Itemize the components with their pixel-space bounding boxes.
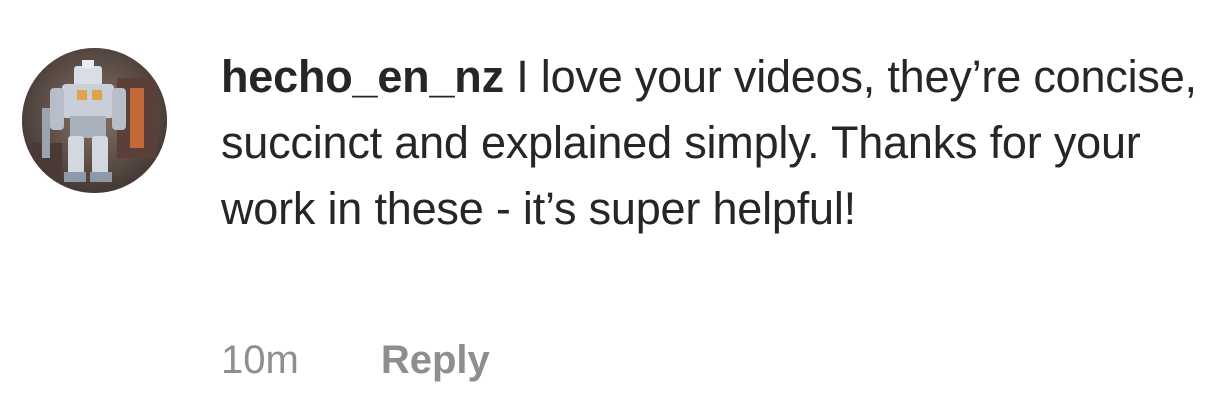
- username-link[interactable]: hecho_en_nz: [221, 51, 504, 102]
- comment-item: hecho_en_nz I love your videos, they’re …: [0, 0, 1221, 413]
- reply-button[interactable]: Reply: [381, 338, 490, 383]
- avatar-image: [22, 48, 167, 193]
- comment-meta-row: 10m Reply: [221, 330, 490, 390]
- timestamp: 10m: [221, 337, 299, 382]
- avatar[interactable]: [22, 48, 167, 193]
- comment-body: hecho_en_nz I love your videos, they’re …: [221, 44, 1211, 242]
